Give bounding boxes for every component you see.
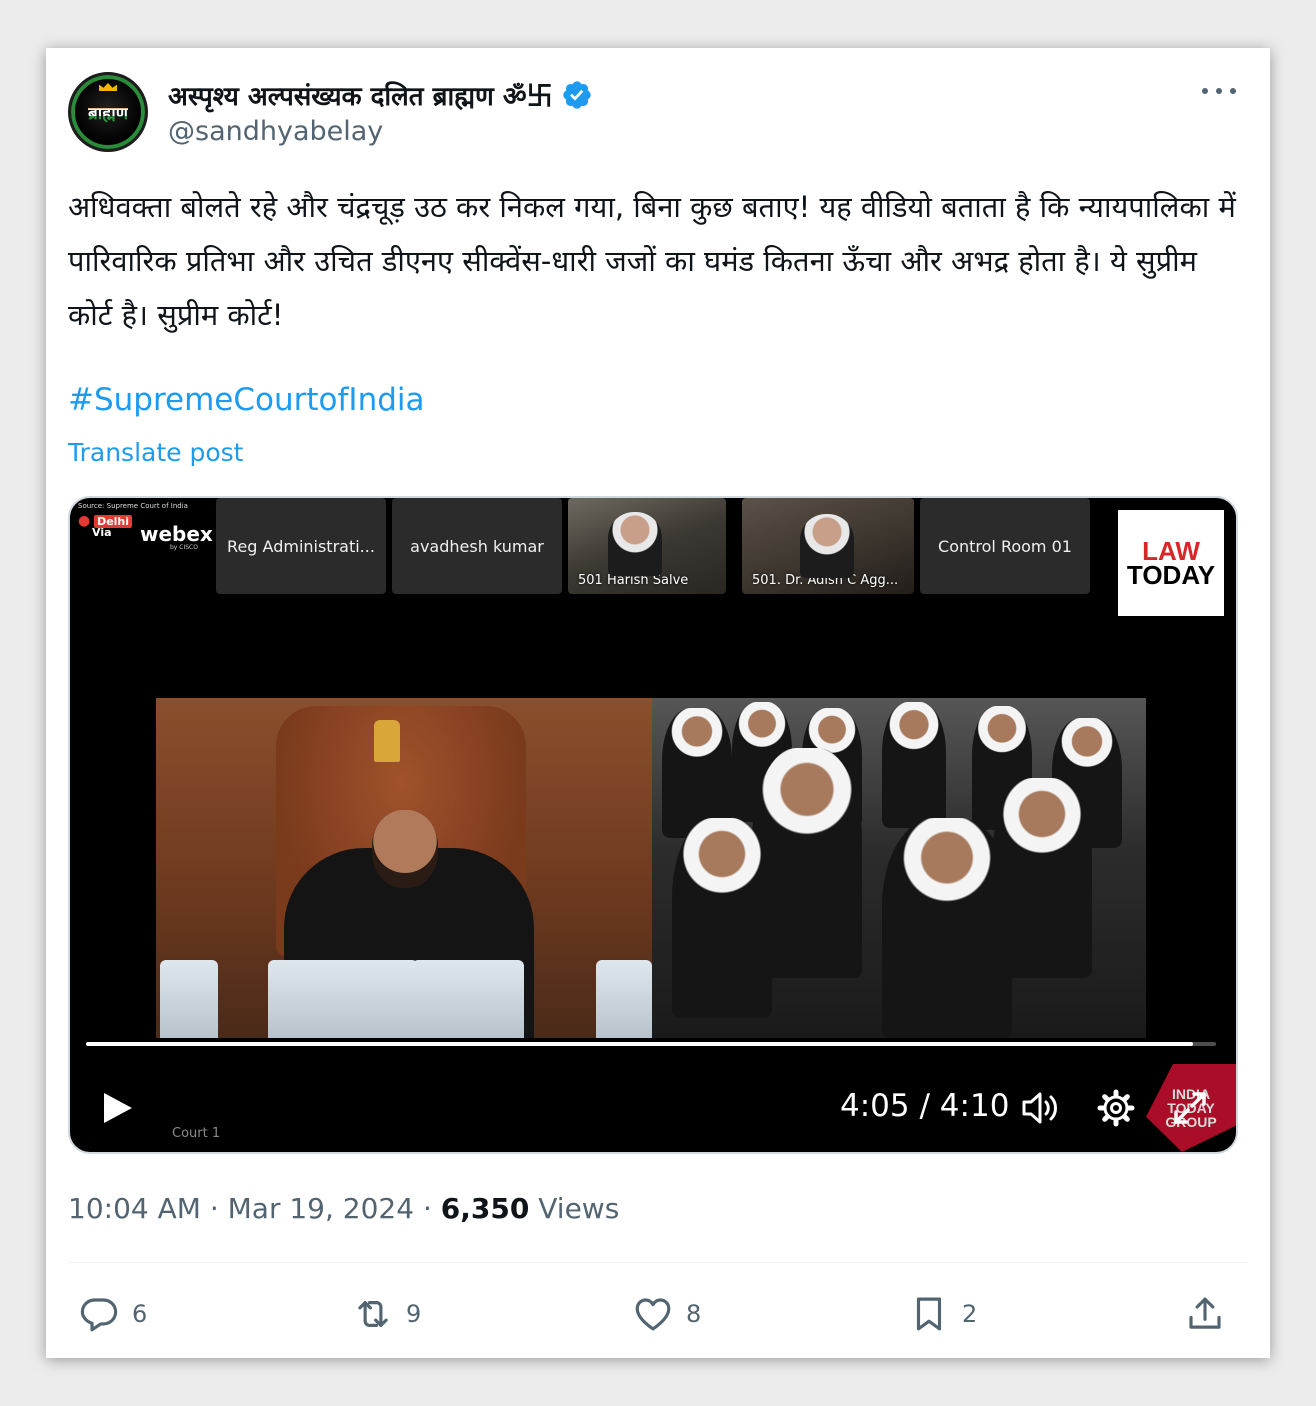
- repost-count: 9: [406, 1300, 422, 1328]
- more-icon[interactable]: [1202, 84, 1236, 98]
- laptop: [412, 960, 524, 1038]
- share-icon: [1189, 1297, 1221, 1329]
- time-total: 4:10: [939, 1088, 1010, 1124]
- author-avatar[interactable]: ब्राह्मण: [68, 72, 148, 152]
- court-label: Court 1: [172, 1126, 221, 1141]
- video-source-caption: Source: Supreme Court of India: [78, 502, 188, 510]
- tweet-time[interactable]: 10:04 AM: [68, 1192, 201, 1225]
- bookmark-count: 2: [962, 1300, 978, 1328]
- time-separator: /: [919, 1088, 930, 1124]
- views-count: 6,350: [440, 1192, 530, 1225]
- settings-button[interactable]: [1096, 1088, 1136, 1128]
- repost-button[interactable]: 9: [352, 1292, 421, 1336]
- webex-logo: webex: [140, 522, 213, 546]
- time-current: 4:05: [840, 1088, 910, 1124]
- like-button[interactable]: 8: [632, 1292, 701, 1336]
- webex-sub: by CISCO: [170, 544, 198, 551]
- laptop: [596, 960, 652, 1038]
- expand-icon: [1174, 1092, 1206, 1124]
- volume-icon: [1022, 1092, 1057, 1124]
- video-progress-bar[interactable]: [86, 1042, 1216, 1046]
- play-icon: [104, 1093, 132, 1123]
- share-button[interactable]: [1184, 1292, 1226, 1336]
- like-count: 8: [686, 1300, 702, 1328]
- author-handle[interactable]: @sandhyabelay: [168, 116, 383, 147]
- tweet-text: अधिवक्ता बोलते रहे और चंद्रचूड़ उठ कर नि…: [68, 190, 1236, 332]
- hashtag-link[interactable]: #SupremeCourtofIndia: [68, 382, 425, 418]
- settings-icon: [1097, 1089, 1135, 1127]
- lawyer-figure: [992, 778, 1092, 978]
- participant-tile: Control Room 01: [920, 498, 1090, 594]
- reply-icon: [80, 1298, 118, 1332]
- video-time: 4:05 / 4:10: [840, 1088, 1009, 1124]
- tweet-meta: 10:04 AM · Mar 19, 2024 · 6,350 Views: [68, 1192, 620, 1225]
- divider: [68, 1262, 1248, 1263]
- verified-badge-icon: [562, 80, 591, 109]
- reply-button[interactable]: 6: [78, 1292, 147, 1336]
- lawyer-figure: [672, 818, 772, 1018]
- laptop: [268, 960, 418, 1038]
- lawyers-view: [652, 698, 1146, 1038]
- volume-button[interactable]: [1020, 1088, 1062, 1128]
- laptop: [160, 960, 218, 1038]
- bookmark-button[interactable]: 2: [908, 1292, 977, 1336]
- crown-icon: [99, 83, 117, 91]
- translate-post-link[interactable]: Translate post: [68, 438, 243, 467]
- bookmark-icon: [916, 1297, 942, 1331]
- delhi-logo: ● Delhi Via: [78, 514, 133, 538]
- law-today-logo: LAW TODAY: [1118, 510, 1224, 616]
- judge-head: [372, 810, 438, 888]
- like-icon: [635, 1298, 671, 1331]
- author-display-name[interactable]: अस्पृश्य अल्पसंख्यक दलित ब्राह्मण ॐ卐: [168, 76, 593, 113]
- reply-count: 6: [132, 1300, 148, 1328]
- video-player[interactable]: Source: Supreme Court of India ● Delhi V…: [68, 496, 1238, 1154]
- expand-button[interactable]: [1170, 1088, 1210, 1128]
- participant-video: [800, 514, 854, 578]
- avatar-text: ब्राह्मण: [88, 101, 128, 124]
- participant-video: [608, 512, 662, 576]
- video-progress-fill: [86, 1042, 1194, 1046]
- views-label: Views: [538, 1192, 620, 1225]
- participant-tile-camera: 501 Harish Salve: [568, 498, 726, 594]
- lawyer-figure: [882, 702, 946, 828]
- participant-tile: Reg Administrati...: [216, 498, 386, 594]
- author-name-text: अस्पृश्य अल्पसंख्यक दलित ब्राह्मण ॐ卐: [168, 82, 553, 112]
- tweet-date[interactable]: Mar 19, 2024: [228, 1192, 414, 1225]
- emblem-icon: [374, 720, 400, 762]
- participant-tile: avadhesh kumar: [392, 498, 562, 594]
- judge-view: [156, 698, 652, 1038]
- tweet-card: ब्राह्मण अस्पृश्य अल्पसंख्यक दलित ब्राह्…: [46, 48, 1270, 1358]
- play-button[interactable]: [98, 1088, 138, 1128]
- repost-icon: [358, 1301, 388, 1327]
- participant-tile-camera: 501. Dr. Adish C Agg...: [742, 498, 914, 594]
- courtroom-video-frame: [156, 698, 1146, 1038]
